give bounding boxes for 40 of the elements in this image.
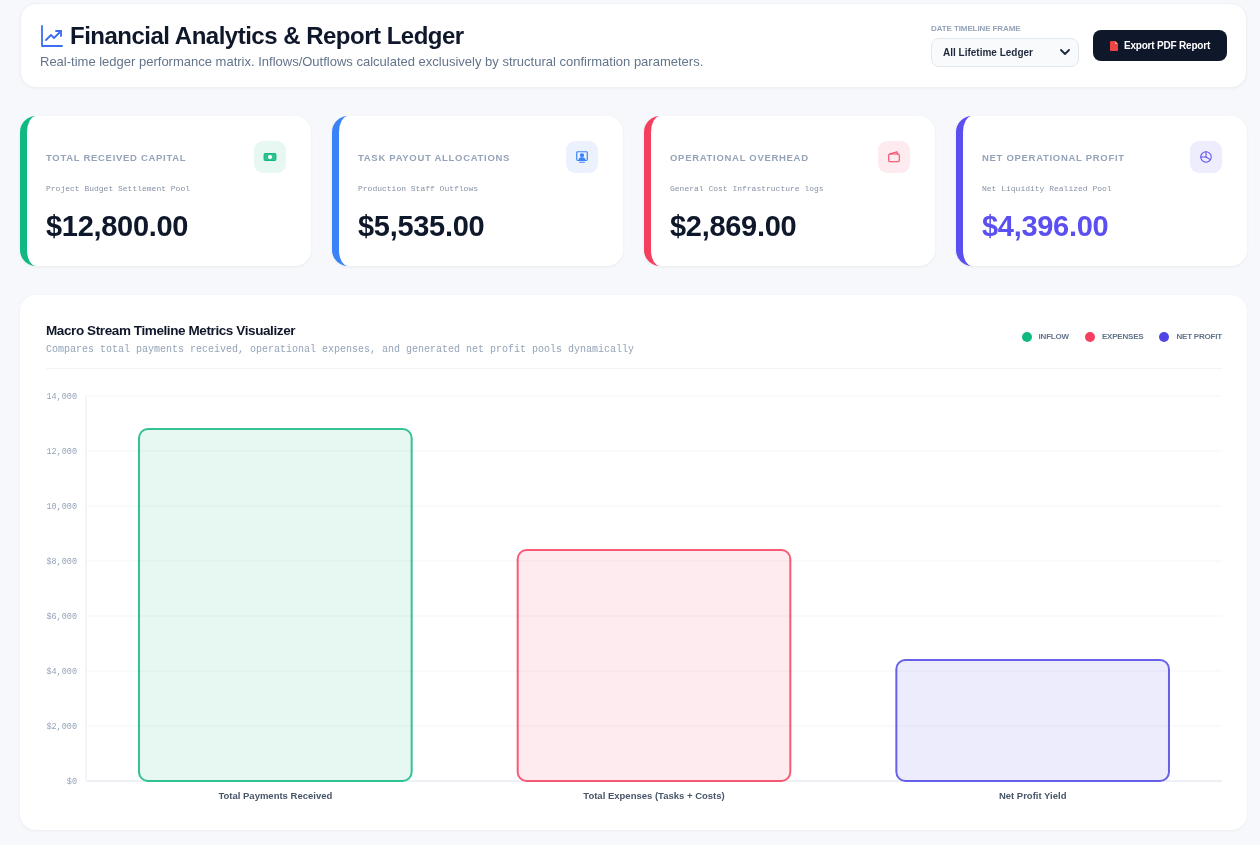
kpi-value: $5,535.00	[358, 209, 485, 244]
timeline-select[interactable]: All Lifetime Ledger	[931, 38, 1079, 67]
line-chart-icon	[40, 23, 64, 48]
kpi-label: TOTAL RECEIVED CAPITAL	[46, 151, 187, 163]
legend-label: NET PROFIT	[1176, 331, 1222, 343]
chevron-down-icon	[1060, 49, 1070, 56]
export-pdf-button[interactable]: Export PDF Report	[1093, 30, 1227, 61]
legend-label: INFLOW	[1038, 331, 1069, 343]
axis-tick-label: 10,000	[46, 502, 77, 512]
legend-label: EXPENSES	[1101, 331, 1144, 343]
axis-tick-label: $2,000	[46, 722, 77, 732]
kpi-caption: Project Budget Settlement Pool	[46, 183, 191, 195]
chart-title: Macro Stream Timeline Metrics Visualizer	[46, 322, 297, 340]
page-subtitle: Real-time ledger performance matrix. Inflows/Outflows calculated exclusively by structural confirmation parameters.	[40, 52, 704, 71]
kpi-label: NET OPERATIONAL PROFIT	[982, 151, 1125, 163]
kpi-value: $2,869.00	[670, 209, 797, 244]
axis-tick-label: 12,000	[46, 447, 77, 457]
axis-tick-label: $8,000	[46, 557, 77, 567]
pie-chart-icon	[1190, 141, 1222, 173]
axis-category-label: Total Payments Received	[218, 790, 333, 801]
axis-tick-label: 14,000	[46, 392, 77, 402]
person-screen-icon	[566, 141, 598, 173]
wallet-icon	[878, 141, 910, 173]
banknote-icon	[254, 141, 286, 173]
filter-label: DATE TIMELINE FRAME	[931, 24, 1022, 34]
kpi-caption: Production Staff Outflows	[358, 183, 479, 195]
kpi-label: TASK PAYOUT ALLOCATIONS	[358, 151, 511, 163]
page-title: Financial Analytics & Report Ledger	[70, 20, 464, 51]
kpi-caption: Net Liquidity Realized Pool	[982, 183, 1112, 195]
document-icon	[1109, 40, 1118, 51]
axis-category-label: Total Expenses (Tasks + Costs)	[583, 790, 725, 801]
axis-tick-label: $4,000	[46, 667, 77, 677]
axis-tick-label: $0	[66, 777, 77, 787]
kpi-label: OPERATIONAL OVERHEAD	[670, 151, 809, 163]
axis-category-label: Net Profit Yield	[998, 790, 1067, 801]
kpi-value: $12,800.00	[46, 209, 189, 244]
axis-tick-label: $6,000	[46, 612, 77, 622]
chart-subtitle: Compares total payments received, operational expenses, and generated net profit pools dynamically	[46, 343, 635, 356]
kpi-value: $4,396.00	[982, 209, 1109, 244]
kpi-caption: General Cost Infrastructure logs	[670, 183, 824, 195]
